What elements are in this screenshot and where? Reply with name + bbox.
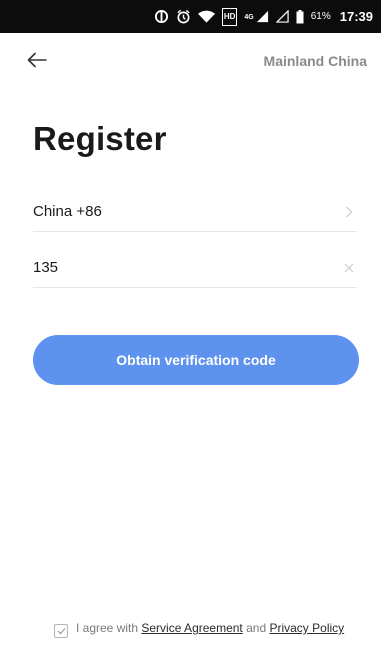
page-title: Register — [33, 120, 167, 157]
clock: 17:39 — [339, 9, 373, 24]
agreement-prefix: I agree with — [76, 621, 142, 635]
agreement-middle: and — [242, 621, 270, 635]
battery-percent: 61% — [310, 11, 331, 22]
agreement-row: I agree with Service Agreement and Priva… — [54, 621, 354, 638]
battery-icon — [296, 9, 304, 25]
network-type-label: 4G — [244, 13, 254, 21]
country-selector[interactable]: China +86 — [33, 192, 357, 232]
status-bar: HD 4G 61% 17:39 — [0, 0, 381, 33]
region-selector[interactable]: Mainland China — [264, 53, 367, 69]
data-saver-icon — [154, 9, 169, 25]
wifi-icon — [197, 9, 215, 25]
cellular-signal-icon — [256, 9, 269, 25]
agreement-checkbox[interactable] — [54, 624, 68, 638]
cellular-signal-icon — [275, 9, 289, 25]
back-button[interactable] — [24, 47, 50, 73]
obtain-code-button[interactable]: Obtain verification code — [33, 335, 359, 385]
close-icon[interactable] — [341, 260, 357, 276]
phone-input[interactable] — [33, 259, 293, 276]
country-code-label: China +86 — [33, 203, 102, 220]
service-agreement-link[interactable]: Service Agreement — [141, 621, 242, 635]
chevron-right-icon — [341, 204, 357, 220]
phone-field — [33, 248, 357, 288]
hd-volte-icon: HD — [221, 7, 238, 26]
privacy-policy-link[interactable]: Privacy Policy — [269, 621, 344, 635]
agreement-text: I agree with Service Agreement and Priva… — [76, 621, 344, 636]
alarm-icon — [176, 9, 191, 25]
arrow-left-icon — [27, 52, 47, 68]
check-icon — [57, 628, 65, 635]
